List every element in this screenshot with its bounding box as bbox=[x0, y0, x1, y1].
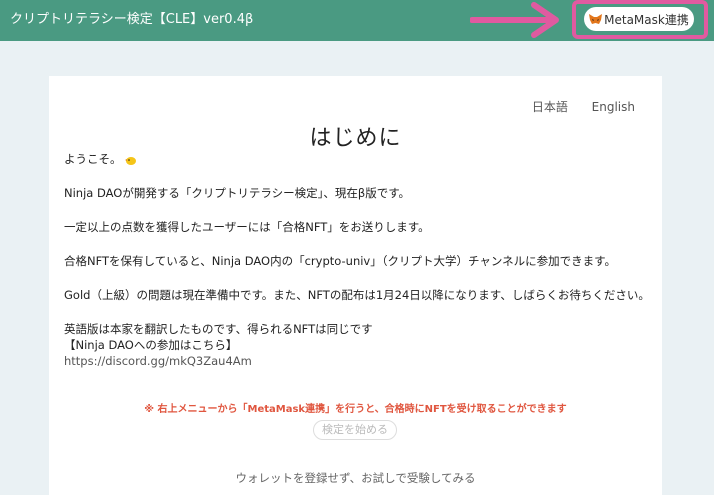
ninja-dao-join-heading: 【Ninja DAOへの参加はこちら】 bbox=[64, 338, 238, 352]
annotation-highlight bbox=[572, 0, 708, 39]
intro-paragraph-5: 英語版は本家を翻訳したものです、得られるNFTは同じです bbox=[64, 322, 373, 336]
welcome-line: ようこそ。 bbox=[64, 151, 654, 167]
app-title: クリプトリテラシー検定【CLE】ver0.4β bbox=[10, 12, 254, 27]
intro-paragraph-3: 合格NFTを保有していると、Ninja DAO内の「crypto-univ」（ク… bbox=[64, 254, 616, 268]
intro-paragraph-4: Gold（上級）の問題は現在準備中です。また、NFTの配布は1月24日以降になり… bbox=[64, 288, 650, 302]
discord-link[interactable]: https://discord.gg/mkQ3Zau4Am bbox=[64, 353, 654, 369]
annotation-arrow bbox=[470, 2, 559, 38]
intro-card: 日本語 English はじめに ようこそ。 Ninja DAOが開発する「クリ… bbox=[49, 76, 662, 495]
page-title: はじめに bbox=[309, 126, 402, 151]
welcome-text: ようこそ。 bbox=[64, 152, 122, 166]
intro-paragraph-2: 一定以上の点数を獲得したユーザーには「合格NFT」をお送りします。 bbox=[64, 220, 430, 234]
intro-paragraph-1: Ninja DAOが開発する「クリプトリテラシー検定」、現在β版です。 bbox=[64, 186, 411, 200]
intro-content: ようこそ。 Ninja DAOが開発する「クリプトリテラシー検定」、現在β版です… bbox=[64, 151, 654, 369]
metamask-notice: ※ 右上メニューから「MetaMask連携」を行うと、合格時にNFTを受け取るこ… bbox=[144, 404, 567, 415]
language-switcher: 日本語 English bbox=[512, 98, 635, 115]
start-exam-button[interactable]: 検定を始める bbox=[313, 420, 397, 440]
lang-en-link[interactable]: English bbox=[592, 100, 635, 114]
trial-exam-link[interactable]: ウォレットを登録せず、お試しで受験してみる bbox=[49, 470, 662, 486]
chick-emoji-icon bbox=[124, 156, 136, 165]
lang-ja-link[interactable]: 日本語 bbox=[532, 100, 568, 114]
